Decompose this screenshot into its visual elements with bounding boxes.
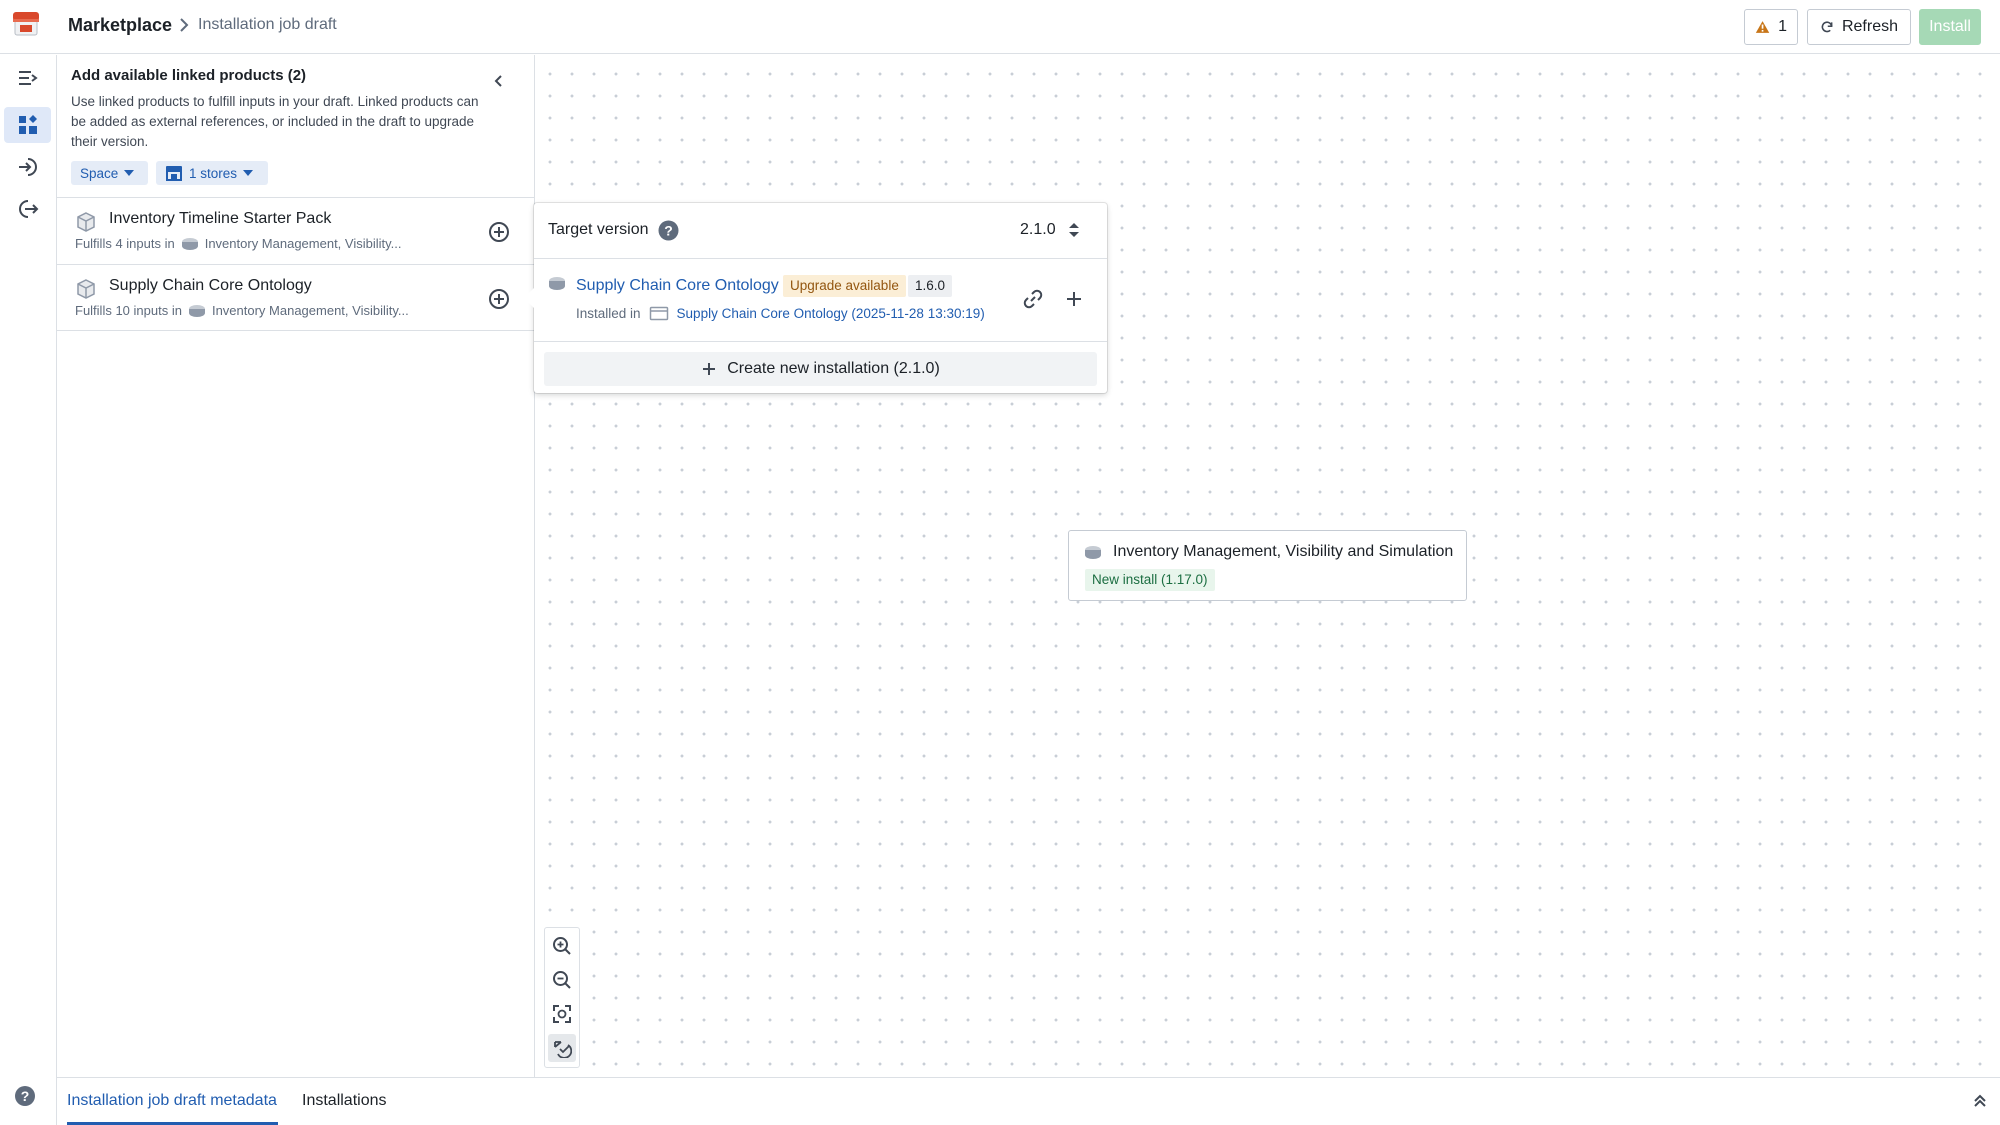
product-fulfills-info: Fulfills 4 inputs in Inventory Managemen… xyxy=(75,236,402,251)
warnings-button[interactable]: 1 xyxy=(1744,9,1798,45)
caret-down-icon xyxy=(243,170,254,176)
tab-installations[interactable]: Installations xyxy=(302,1092,387,1110)
double-caret-icon[interactable] xyxy=(1067,220,1081,240)
rail-collapse-button[interactable] xyxy=(4,60,51,96)
target-version-label: Target version xyxy=(548,221,649,238)
product-fulfills-text: Fulfills 4 inputs in xyxy=(75,236,175,251)
bottom-panel-bar: Installation job draft metadata Installa… xyxy=(57,1077,2000,1125)
store-icon xyxy=(166,166,182,181)
panel-description: Use linked products to fulfill inputs in… xyxy=(71,94,479,149)
warning-count: 1 xyxy=(1778,18,1787,35)
caret-down-icon xyxy=(124,170,135,176)
installed-in-label: Installed in xyxy=(576,305,641,321)
auto-layout-icon xyxy=(554,1041,572,1058)
svg-text:?: ? xyxy=(21,1088,30,1104)
existing-installation-row: Supply Chain Core Ontology Upgrade avail… xyxy=(534,259,1107,342)
space-filter-label: Space xyxy=(80,165,119,181)
product-fulfills-text: Fulfills 10 inputs in xyxy=(75,303,182,318)
installation-icon xyxy=(549,277,565,290)
inputs-icon xyxy=(18,158,37,176)
add-icon[interactable] xyxy=(1063,288,1085,310)
fit-to-screen-button[interactable] xyxy=(548,1000,576,1028)
install-button[interactable]: Install xyxy=(1919,9,1981,45)
zoom-out-button[interactable] xyxy=(548,966,576,994)
auto-layout-button[interactable] xyxy=(548,1034,576,1062)
double-chevron-up-icon[interactable] xyxy=(1971,1092,1989,1110)
node-name: Inventory Management, Visibility and Sim… xyxy=(1113,543,1454,560)
help-icon[interactable]: ? xyxy=(658,220,679,241)
add-circle-icon[interactable] xyxy=(488,288,510,310)
graph-layout-icon xyxy=(18,115,37,134)
panel-title: Add available linked products (2) xyxy=(71,67,307,84)
marketplace-store-icon[interactable] xyxy=(11,9,41,39)
stores-filter-dropdown[interactable]: 1 stores xyxy=(156,161,268,185)
chevron-left-icon[interactable] xyxy=(491,73,507,89)
installation-icon xyxy=(188,304,205,317)
product-target: Inventory Management, Visibility... xyxy=(211,303,409,318)
product-name: Inventory Timeline Starter Pack xyxy=(109,210,332,227)
create-new-installation-button[interactable]: Create new installation (2.1.0) xyxy=(544,352,1097,386)
product-fulfills-info: Fulfills 10 inputs in Inventory Manageme… xyxy=(75,303,409,318)
new-install-tag: New install (1.17.0) xyxy=(1085,569,1215,591)
chevron-right-icon xyxy=(180,18,189,32)
zoom-out-icon xyxy=(553,971,571,989)
add-circle-icon[interactable] xyxy=(488,221,510,243)
refresh-button[interactable]: Refresh xyxy=(1807,9,1911,45)
svg-text:?: ? xyxy=(664,223,673,239)
zoom-controls xyxy=(544,927,580,1068)
left-nav-rail xyxy=(0,55,57,1125)
create-new-installation-label: Create new installation (2.1.0) xyxy=(727,360,940,377)
zoom-in-button[interactable] xyxy=(548,932,576,960)
installation-node[interactable]: Inventory Management, Visibility and Sim… xyxy=(1068,530,1467,601)
installed-in-info: Installed in Supply Chain Core Ontology … xyxy=(576,305,985,321)
breadcrumb-current-page: Installation job draft xyxy=(198,16,337,33)
linked-product-item[interactable]: Supply Chain Core Ontology Fulfills 10 i… xyxy=(57,264,534,331)
refresh-icon xyxy=(1821,21,1833,33)
rail-outputs-button[interactable] xyxy=(4,191,51,227)
warning-icon xyxy=(1755,21,1770,33)
installed-in-link[interactable]: Supply Chain Core Ontology (2025-11-28 1… xyxy=(677,306,985,321)
product-name: Supply Chain Core Ontology xyxy=(109,277,312,294)
breadcrumb-marketplace[interactable]: Marketplace xyxy=(68,15,172,36)
product-target: Inventory Management, Visibility... xyxy=(204,236,402,251)
installation-icon xyxy=(181,237,198,250)
product-link[interactable]: Supply Chain Core Ontology xyxy=(576,277,779,295)
add-icon xyxy=(703,363,716,375)
rail-inputs-button[interactable] xyxy=(4,149,51,185)
rail-graph-button[interactable] xyxy=(4,107,51,143)
installation-icon xyxy=(1085,546,1101,559)
help-icon[interactable]: ? xyxy=(14,1085,36,1107)
fit-to-screen-icon xyxy=(553,1005,571,1023)
linked-products-panel: Add available linked products (2) Use li… xyxy=(57,55,535,1077)
popover-header: Target version ? 2.1.0 xyxy=(534,203,1107,259)
tab-installation-job-draft-metadata[interactable]: Installation job draft metadata xyxy=(67,1092,277,1110)
refresh-label: Refresh xyxy=(1841,18,1898,35)
collapse-menu-icon xyxy=(18,71,38,85)
link-icon[interactable] xyxy=(1022,288,1044,310)
target-version-popover: Target version ? 2.1.0 Supply Chain Core… xyxy=(524,203,1107,393)
zoom-in-icon xyxy=(553,937,571,955)
target-version-select[interactable]: 2.1.0 xyxy=(1020,221,1056,239)
linked-product-item[interactable]: Inventory Timeline Starter Pack Fulfills… xyxy=(57,197,534,264)
folder-icon xyxy=(649,306,668,321)
product-cube-icon xyxy=(77,279,95,299)
stores-filter-label: 1 stores xyxy=(189,165,238,181)
upgrade-available-tag: Upgrade available xyxy=(783,275,906,297)
outputs-icon xyxy=(18,200,38,218)
top-bar: Marketplace Installation job draft 1 Ref… xyxy=(0,0,2000,54)
current-version-tag: 1.6.0 xyxy=(908,275,953,297)
space-filter-dropdown[interactable]: Space xyxy=(71,161,148,185)
product-cube-icon xyxy=(77,212,95,232)
